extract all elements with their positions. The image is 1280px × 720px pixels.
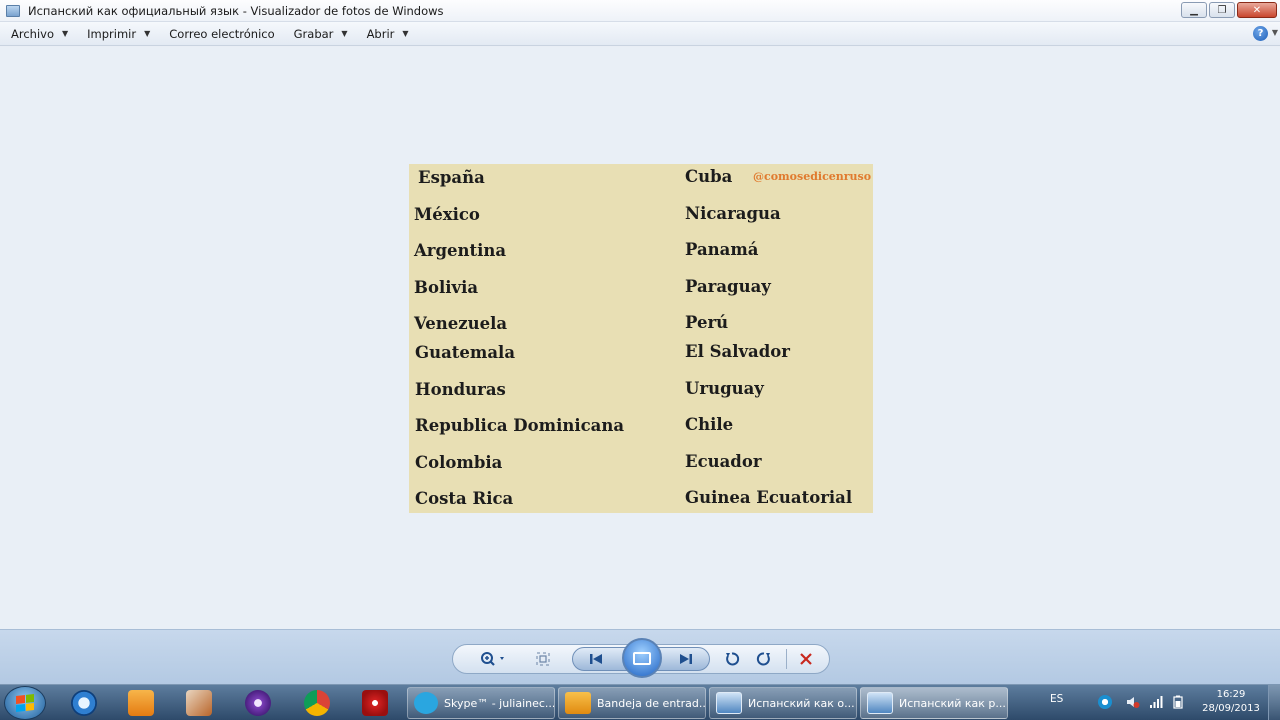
country-right: Ecuador bbox=[685, 452, 762, 471]
task-label: Bandeja de entrad... bbox=[597, 696, 706, 710]
tray-app-icon[interactable] bbox=[1098, 695, 1112, 709]
slideshow-icon bbox=[633, 651, 651, 665]
chevron-down-icon[interactable]: ▼ bbox=[1272, 28, 1278, 37]
task-label: Испанский как о... bbox=[748, 696, 855, 710]
chevron-down-icon: ▼ bbox=[144, 29, 151, 38]
menu-bar: Archivo ▼ Imprimir ▼ Correo electrónico Gr… bbox=[0, 22, 1280, 46]
country-left: España bbox=[418, 168, 485, 187]
menu-correo[interactable]: Correo electrónico bbox=[169, 27, 274, 41]
next-icon[interactable] bbox=[674, 650, 698, 668]
clock-date: 28/09/2013 bbox=[1202, 703, 1260, 714]
menu-abrir[interactable]: Abrir ▼ bbox=[367, 27, 409, 41]
maximize-button[interactable]: ❐ bbox=[1209, 2, 1235, 18]
chevron-down-icon: ▼ bbox=[402, 29, 409, 38]
close-button[interactable]: ✕ bbox=[1237, 2, 1277, 18]
menu-grabar[interactable]: Grabar ▼ bbox=[294, 27, 348, 41]
chevron-down-icon: ▼ bbox=[62, 29, 69, 38]
task-label: Испанский как р... bbox=[899, 696, 1006, 710]
watermark-handle: @comosedicenruso bbox=[753, 170, 872, 183]
country-right: Perú bbox=[685, 313, 729, 332]
start-button[interactable] bbox=[4, 686, 46, 720]
menu-label: Abrir bbox=[366, 26, 395, 41]
task-photo-viewer-2[interactable]: Испанский как р... bbox=[860, 687, 1008, 719]
previous-icon[interactable] bbox=[584, 650, 608, 668]
photo-viewer-icon bbox=[6, 4, 20, 17]
muted-speaker-icon[interactable] bbox=[1126, 695, 1140, 709]
outlook-icon bbox=[565, 692, 591, 714]
controls-divider bbox=[786, 649, 787, 669]
menu-imprimir[interactable]: Imprimir ▼ bbox=[87, 27, 150, 41]
rotate-clockwise-icon[interactable] bbox=[754, 650, 774, 668]
country-right: Guinea Ecuatorial bbox=[685, 488, 853, 507]
show-desktop-button[interactable] bbox=[1268, 685, 1280, 720]
country-right: Nicaragua bbox=[685, 204, 781, 223]
country-left: México bbox=[414, 205, 480, 224]
skype-icon bbox=[414, 692, 438, 714]
window-title: Испанский как официальный язык - Visuali… bbox=[28, 3, 444, 18]
chevron-down-icon: ▼ bbox=[341, 29, 348, 38]
help-icon[interactable]: ? bbox=[1253, 26, 1268, 41]
torrent-app-icon[interactable] bbox=[241, 688, 275, 718]
country-left: Bolivia bbox=[414, 278, 479, 297]
photo-viewer-icon bbox=[716, 692, 742, 714]
battery-icon[interactable] bbox=[1171, 695, 1185, 709]
slideshow-button[interactable] bbox=[622, 638, 662, 678]
menu-label: Archivo bbox=[11, 26, 54, 41]
language-indicator[interactable]: ES bbox=[1050, 693, 1063, 705]
fit-window-icon[interactable] bbox=[534, 650, 552, 668]
media-player-icon[interactable] bbox=[124, 688, 158, 718]
country-left: Republica Dominicana bbox=[415, 416, 625, 435]
chrome-icon[interactable] bbox=[300, 688, 334, 718]
task-label: Skype™ - juliainec... bbox=[444, 696, 555, 710]
menu-archivo[interactable]: Archivo ▼ bbox=[11, 27, 68, 41]
title-bar: Испанский как официальный язык - Visuali… bbox=[0, 0, 1280, 22]
country-right: Panamá bbox=[685, 240, 759, 259]
menu-label: Grabar bbox=[293, 26, 334, 41]
delete-icon[interactable] bbox=[796, 650, 816, 668]
pinned-app-icon[interactable] bbox=[67, 688, 101, 718]
windows-logo-icon bbox=[16, 694, 34, 712]
rotate-counterclockwise-icon[interactable] bbox=[722, 650, 742, 668]
task-photo-viewer-1[interactable]: Испанский как о... bbox=[709, 687, 857, 719]
country-right: El Salvador bbox=[685, 342, 790, 361]
country-right: Paraguay bbox=[685, 277, 771, 296]
country-left: Costa Rica bbox=[415, 489, 514, 508]
taskbar: Skype™ - juliainec... Bandeja de entrad.… bbox=[0, 684, 1280, 720]
clock-time: 16:29 bbox=[1216, 689, 1246, 700]
task-outlook[interactable]: Bandeja de entrad... bbox=[558, 687, 706, 719]
country-left: Venezuela bbox=[414, 314, 508, 333]
menu-label: Imprimir bbox=[87, 26, 137, 41]
country-right: Cuba bbox=[685, 167, 733, 186]
photo-viewport: @comosedicenruso España México Argentina… bbox=[0, 47, 1280, 629]
clock[interactable]: 16:29 28/09/2013 bbox=[1200, 688, 1262, 716]
displayed-photo: @comosedicenruso España México Argentina… bbox=[409, 164, 873, 513]
menu-label: Correo electrónico bbox=[169, 26, 275, 41]
paint-icon[interactable] bbox=[182, 688, 216, 718]
poker-app-icon[interactable] bbox=[358, 688, 392, 718]
window-controls: ▁ ❐ ✕ bbox=[1181, 2, 1277, 18]
viewer-controls bbox=[0, 629, 1280, 684]
country-right: Chile bbox=[685, 415, 734, 434]
country-left: Colombia bbox=[415, 453, 503, 472]
minimize-button[interactable]: ▁ bbox=[1181, 2, 1207, 18]
country-right: Uruguay bbox=[685, 379, 764, 398]
task-skype[interactable]: Skype™ - juliainec... bbox=[407, 687, 555, 719]
country-left: Guatemala bbox=[415, 343, 516, 362]
country-left: Honduras bbox=[415, 380, 506, 399]
signal-icon[interactable] bbox=[1149, 695, 1163, 709]
photo-viewer-icon bbox=[867, 692, 893, 714]
zoom-icon[interactable] bbox=[476, 650, 510, 668]
country-left: Argentina bbox=[414, 241, 507, 260]
